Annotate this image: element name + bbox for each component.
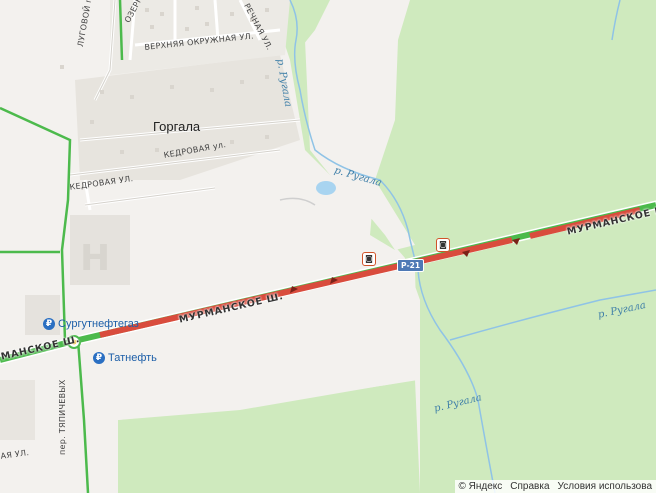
map-layer: H [0,0,656,493]
fuel-station-icon: ₽ [43,318,55,330]
svg-text:H: H [80,238,110,279]
building-block [0,380,35,440]
map-footer: © Яндекс Справка Условия использова [454,480,656,493]
terms-link[interactable]: Условия использова [558,481,652,492]
poi-surgutneftegaz[interactable]: ₽ Сургутнефтегаз [43,318,139,330]
fuel-station-icon: ₽ [93,352,105,364]
street-label-tyapichevykh: пер. ТЯПИЧЕВЫХ [58,379,67,455]
settlement-label: Горгала [153,119,201,134]
copyright-link[interactable]: © Яндекс [459,481,503,492]
poi-label: Сургутнефтегаз [58,318,139,330]
route-shield: Р-21 [397,259,425,272]
speed-camera-icon[interactable]: ◙ [436,238,450,252]
poi-label: Татнефть [108,352,157,364]
pond [316,181,336,195]
poi-tatneft[interactable]: ₽ Татнефть [93,352,157,364]
help-link[interactable]: Справка [510,481,549,492]
speed-camera-icon[interactable]: ◙ [362,252,376,266]
map-canvas[interactable]: H Горгала ЛУГОВОЙ пер. ОЗЕРНАЯ ул. ВЕРХН… [0,0,656,493]
